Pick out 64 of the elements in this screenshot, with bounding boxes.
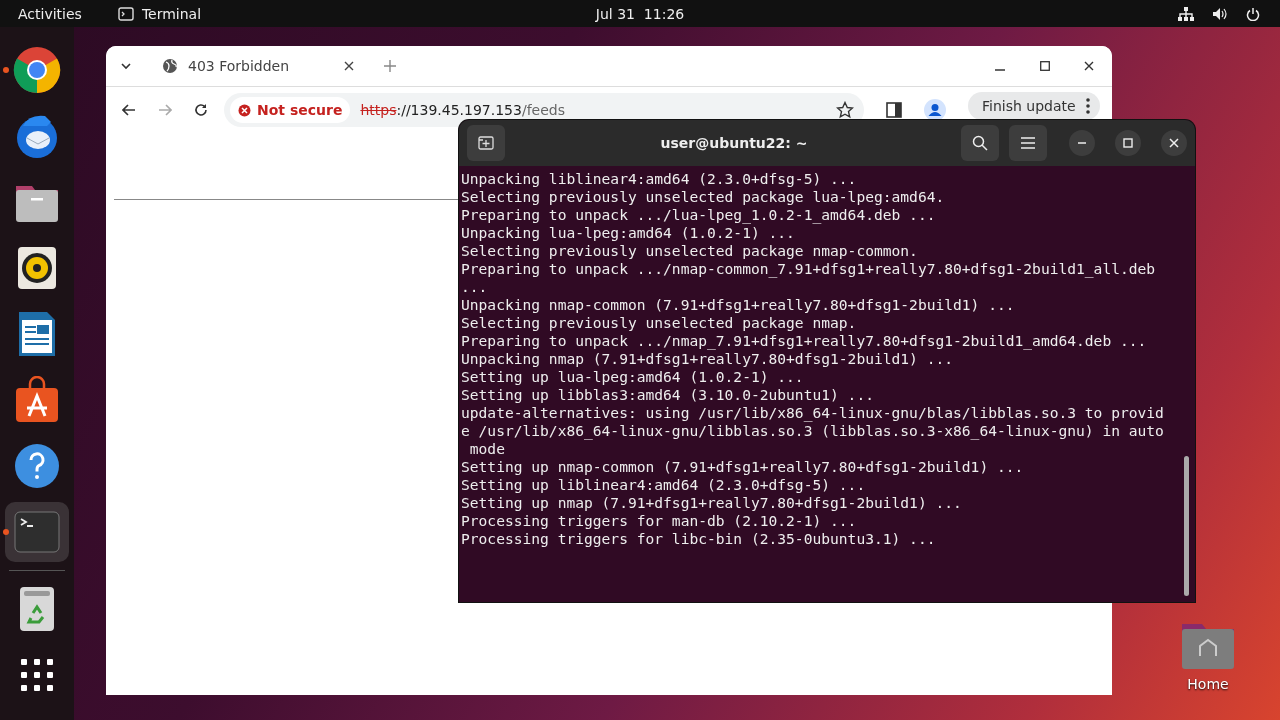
- close-icon[interactable]: [1084, 61, 1094, 71]
- terminal-icon: [117, 6, 134, 21]
- not-secure-chip[interactable]: Not secure: [230, 97, 351, 123]
- browser-icon[interactable]: [13, 46, 61, 94]
- terminal-output-line: Selecting previously unselected package nmap-common.: [461, 242, 919, 260]
- search-icon: [972, 135, 988, 151]
- browser-tab[interactable]: 403 Forbidden: [148, 46, 368, 86]
- terminal-output-line: Setting up nmap (7.91+dfsg1+really7.80+dfsg1-2build1) ...: [461, 494, 963, 512]
- maximize-button[interactable]: [1115, 130, 1141, 156]
- new-tab-icon[interactable]: [384, 60, 396, 72]
- terminal-output-line: Unpacking nmap (7.91+dfsg1+really7.80+dfsg1-2build1) ...: [461, 350, 955, 368]
- shopping-bag-icon[interactable]: [13, 376, 61, 424]
- side-panel-icon[interactable]: [886, 102, 902, 118]
- terminal-output-line: e /usr/lib/x86_64-linux-gnu/libblas.so.3 (libblas.so.3-x86_64-linux-gnu) in auto: [461, 422, 1165, 440]
- terminal-output-line: Preparing to unpack .../nmap-common_7.91+dfsg1+really7.80+dfsg1-2build1_all.deb: [461, 260, 1157, 278]
- back-icon[interactable]: [122, 104, 136, 116]
- maximize-icon: [1123, 138, 1133, 148]
- more-icon: [1085, 98, 1090, 114]
- terminal-output-line: Preparing to unpack .../lua-lpeg_1.0.2-1_amd64.deb ...: [461, 206, 937, 224]
- minimize-button[interactable]: [1069, 130, 1095, 156]
- help-icon[interactable]: [13, 442, 61, 490]
- volume-icon[interactable]: [1212, 6, 1228, 21]
- dock-item-highlight[interactable]: [5, 502, 69, 562]
- star-icon[interactable]: [836, 101, 854, 119]
- terminal-output-line: Processing triggers for libc-bin (2.35-0ubuntu3.1) ...: [461, 530, 937, 548]
- terminal-output-line: Processing triggers for man-db (2.10.2-1) ...: [461, 512, 858, 530]
- terminal-output-line: Unpacking lua-lpeg:amd64 (1.0.2-1) ...: [461, 224, 796, 242]
- menu-button[interactable]: [1009, 125, 1047, 161]
- terminal-output-line: ...: [461, 278, 489, 296]
- terminal-output-line: Setting up nmap-common (7.91+dfsg1+really7.80+dfsg1-2build1) ...: [461, 458, 1025, 476]
- minimize-icon: [1077, 142, 1087, 144]
- finish-update-button[interactable]: Finish update: [968, 92, 1100, 120]
- folder-label[interactable]: Home: [1187, 676, 1229, 692]
- network-icon[interactable]: [1178, 6, 1194, 21]
- chevron-down-icon[interactable]: [120, 62, 132, 70]
- not-secure-label: Not secure: [257, 102, 343, 118]
- new-tab-icon: [478, 136, 494, 150]
- close-icon[interactable]: [344, 61, 354, 71]
- scrollbar-thumb[interactable]: [1184, 456, 1189, 596]
- app-name[interactable]: Terminal: [141, 5, 202, 22]
- menu-icon: [1021, 137, 1035, 149]
- terminal-output-line: Unpacking nmap-common (7.91+dfsg1+really7.80+dfsg1-2build1) ...: [461, 296, 1016, 314]
- app-grid-icon[interactable]: [21, 659, 53, 691]
- terminal-output-line: mode: [468, 440, 506, 458]
- window-title: user@ubuntu22: ~: [659, 135, 809, 151]
- close-button[interactable]: [1161, 130, 1187, 156]
- url-text: https://139.45.197.153/feeds: [360, 102, 565, 118]
- terminal-output-line: Setting up libblas3:amd64 (3.10.0-2ubuntu1) ...: [461, 386, 875, 404]
- search-button[interactable]: [961, 125, 999, 161]
- terminal-output-line: update-alternatives: using /usr/lib/x86_64-linux-gnu/blas/libblas.so.3 to provid: [461, 404, 1165, 422]
- maximize-icon[interactable]: [1040, 61, 1050, 71]
- terminal-output-line: Selecting previously unselected package lua-lpeg:amd64.: [461, 188, 946, 206]
- new-tab-button[interactable]: [467, 125, 505, 161]
- terminal-output-line: Setting up liblinear4:amd64 (2.3.0+dfsg-5) ...: [461, 476, 867, 494]
- activities-button[interactable]: Activities: [18, 5, 82, 22]
- close-icon: [1169, 138, 1179, 148]
- error-icon: [238, 103, 251, 117]
- terminal-output-line: Preparing to unpack .../nmap_7.91+dfsg1+really7.80+dfsg1-2build1_amd64.deb ...: [461, 332, 1148, 350]
- clock[interactable]: Jul 31 11:26: [595, 5, 685, 22]
- reload-icon[interactable]: [194, 103, 208, 117]
- power-icon[interactable]: [1246, 6, 1260, 21]
- terminal-output-line: Selecting previously unselected package nmap.: [461, 314, 858, 332]
- terminal-output-line: Setting up lua-lpeg:amd64 (1.0.2-1) ...: [461, 368, 805, 386]
- terminal-output-line: Unpacking liblinear4:amd64 (2.3.0+dfsg-5) ...: [461, 170, 858, 188]
